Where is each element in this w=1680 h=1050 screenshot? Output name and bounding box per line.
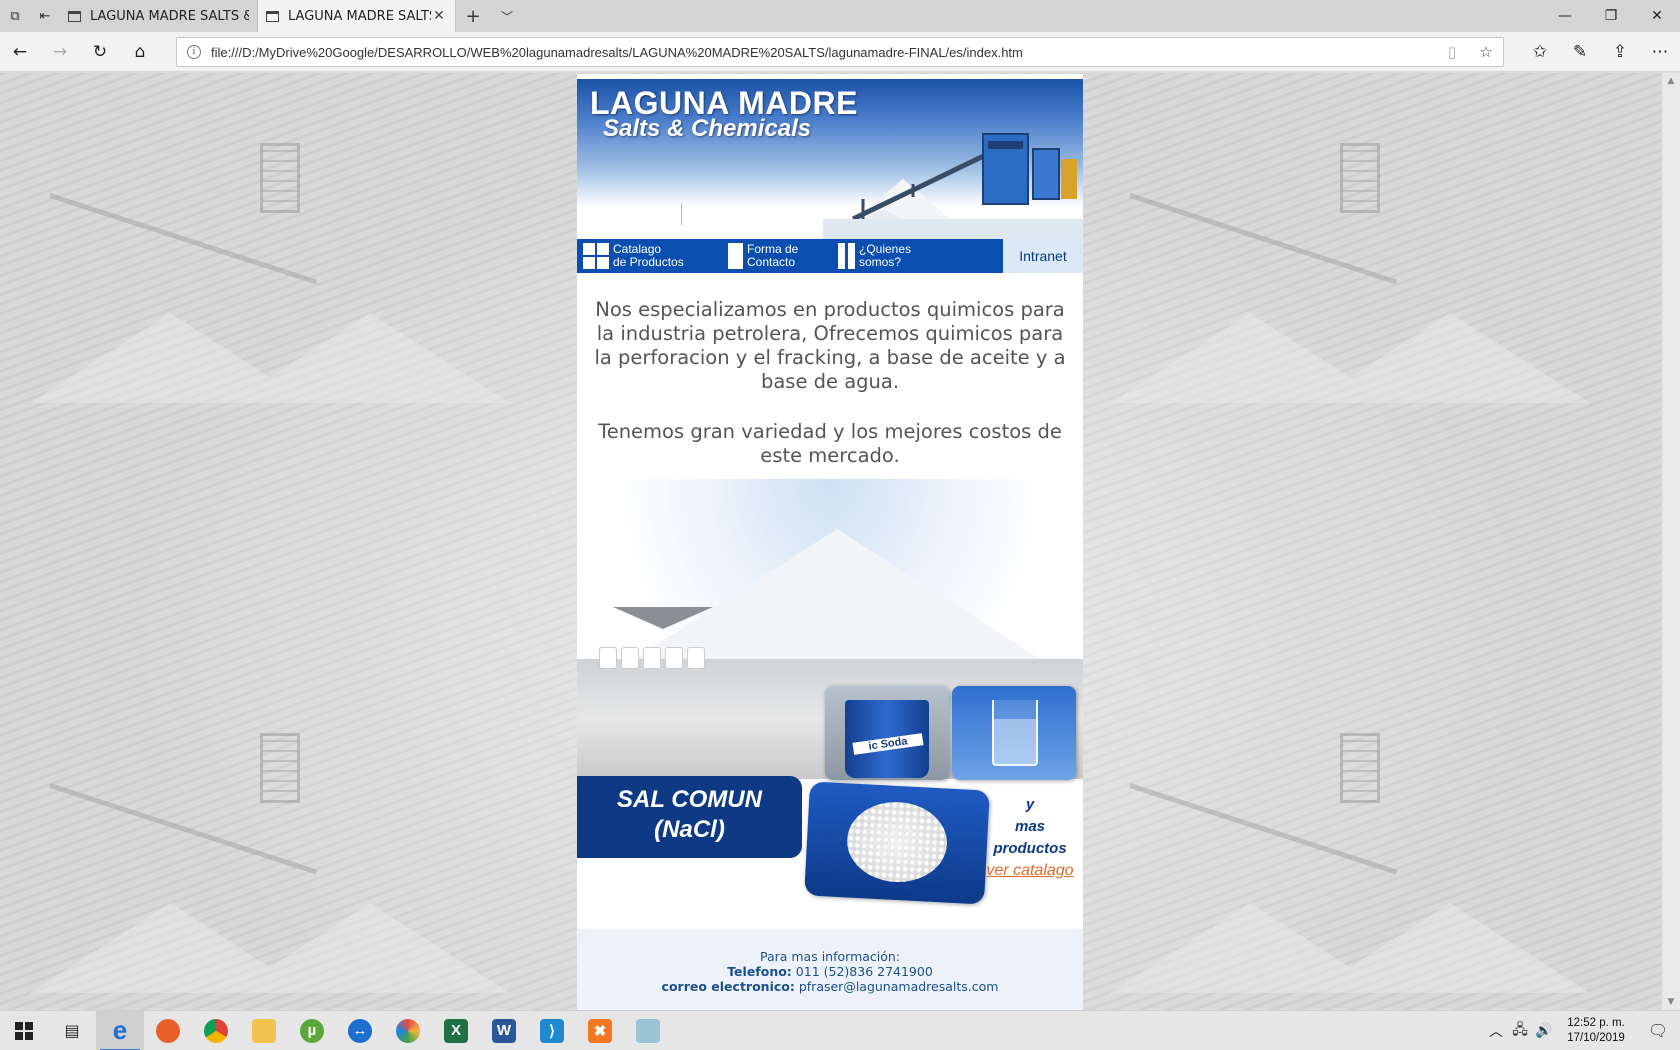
address-bar[interactable]: i file:///D:/MyDrive%20Google/DESARROLLO… bbox=[176, 37, 1504, 67]
tab-title: LAGUNA MADRE SALTS bbox=[288, 8, 431, 24]
url-text[interactable]: file:///D:/MyDrive%20Google/DESARROLLO/W… bbox=[211, 45, 1435, 60]
task-view-icon[interactable]: ▤ bbox=[48, 1011, 96, 1050]
brand-subtitle: Salts & Chemicals bbox=[603, 115, 812, 142]
sal-comun-banner[interactable]: SAL COMUN (NaCl) bbox=[577, 776, 802, 858]
more-products-text: y mas productos ver catalago bbox=[984, 794, 1076, 882]
edge-taskbar-icon[interactable]: e bbox=[96, 1010, 144, 1050]
file-explorer-taskbar-icon[interactable] bbox=[240, 1011, 288, 1050]
set-aside-tabs-icon[interactable]: ⇤ bbox=[30, 0, 60, 32]
background-conveyor-image bbox=[30, 103, 550, 403]
footer-email: correo electronico: pfraser@lagunamadres… bbox=[661, 979, 999, 994]
system-tray: ︿ 🖧 🔊 12:52 p. m. 17/10/2019 🗨 bbox=[1484, 1011, 1680, 1050]
chrome-taskbar-icon[interactable] bbox=[192, 1011, 240, 1050]
photos-taskbar-icon[interactable] bbox=[384, 1011, 432, 1050]
pen-icon[interactable]: ✎ bbox=[1560, 32, 1600, 72]
single-bar-icon bbox=[728, 243, 743, 269]
volume-icon[interactable]: 🔊 bbox=[1532, 1023, 1556, 1039]
xampp-taskbar-icon[interactable]: ✖ bbox=[576, 1011, 624, 1050]
navigation-bar: ← → ↻ ⌂ i file:///D:/MyDrive%20Google/DE… bbox=[0, 32, 1680, 72]
salt-plant-illustration bbox=[823, 133, 1083, 239]
scroll-down-icon[interactable]: ▼ bbox=[1662, 994, 1680, 1010]
chevron-up-icon[interactable]: ︿ bbox=[1484, 1021, 1508, 1041]
share-icon[interactable]: ⇪ bbox=[1600, 32, 1640, 72]
close-window-icon[interactable]: ✕ bbox=[1634, 0, 1680, 32]
close-tab-icon[interactable]: ✕ bbox=[431, 8, 447, 24]
utorrent-taskbar-icon[interactable]: µ bbox=[288, 1011, 336, 1050]
back-icon[interactable]: ← bbox=[0, 32, 40, 72]
favorites-icon[interactable]: ✩ bbox=[1520, 32, 1560, 72]
restore-icon[interactable]: ❐ bbox=[1588, 0, 1634, 32]
scroll-up-icon[interactable]: ▲ bbox=[1662, 73, 1680, 89]
window-controls: — ❐ ✕ bbox=[1542, 0, 1680, 32]
ver-catalago-link[interactable]: ver catalago bbox=[984, 860, 1076, 882]
page-icon bbox=[68, 10, 81, 22]
footer-info: Para mas información: bbox=[759, 949, 901, 964]
vscode-taskbar-icon[interactable]: ⟩ bbox=[528, 1011, 576, 1050]
word-taskbar-icon[interactable]: W bbox=[480, 1011, 528, 1050]
intro-paragraph: Nos especializamos en productos quimicos… bbox=[594, 298, 1066, 393]
menu-contact-link[interactable]: Forma de Contacto bbox=[722, 239, 832, 273]
footer-phone: Telefono: 011 (52)836 2741900 bbox=[727, 964, 933, 979]
beaker-product-image[interactable] bbox=[952, 686, 1076, 780]
contact-footer: Para mas información: Telefono: 011 (52)… bbox=[577, 929, 1083, 1010]
vertical-scrollbar[interactable]: ▲ ▼ bbox=[1662, 73, 1680, 1010]
home-icon[interactable]: ⌂ bbox=[120, 32, 160, 72]
intro-text: Nos especializamos en productos quimicos… bbox=[587, 298, 1073, 468]
toolbar-right: ✩ ✎ ⇪ ⋯ bbox=[1520, 32, 1680, 72]
main-menu: Catalago de Productos Forma de Contacto ¿Q… bbox=[577, 239, 1083, 273]
intro-paragraph: Tenemos gran variedad y los mejores cost… bbox=[598, 420, 1062, 467]
double-bar-icon bbox=[838, 243, 855, 269]
tab-laguna-madre-2[interactable]: LAGUNA MADRE SALTS ✕ bbox=[258, 0, 456, 32]
start-button[interactable] bbox=[0, 1011, 48, 1050]
chevron-down-icon[interactable]: ﹀ bbox=[490, 0, 524, 32]
new-tab-icon[interactable]: + bbox=[456, 0, 490, 32]
background-conveyor-image bbox=[1110, 103, 1630, 403]
page-icon bbox=[266, 10, 279, 22]
taskbar: ▤ e µ ↔ X W ⟩ ✖ ︿ 🖧 🔊 12:52 p. m. 17/10/… bbox=[0, 1010, 1680, 1050]
network-icon[interactable]: 🖧 bbox=[1508, 1019, 1532, 1043]
app-taskbar-icon[interactable] bbox=[624, 1011, 672, 1050]
favorite-star-icon[interactable]: ☆ bbox=[1469, 43, 1503, 61]
tab-preview-icon[interactable]: ⧉ bbox=[0, 0, 30, 32]
windows-logo-icon bbox=[15, 1021, 33, 1040]
menu-contact-label: Forma de Contacto bbox=[747, 242, 799, 269]
more-icon[interactable]: ⋯ bbox=[1640, 32, 1680, 72]
teamviewer-taskbar-icon[interactable]: ↔ bbox=[336, 1011, 384, 1050]
clock-time: 12:52 p. m. bbox=[1567, 1016, 1625, 1029]
clock-date: 17/10/2019 bbox=[1567, 1031, 1625, 1044]
menu-about-link[interactable]: ¿Quienes somos? bbox=[832, 239, 1002, 273]
menu-intranet-link[interactable]: Intranet bbox=[1003, 239, 1083, 273]
menu-catalog-link[interactable]: Catalago de Productos bbox=[577, 239, 722, 273]
forward-icon[interactable]: → bbox=[40, 32, 80, 72]
caustic-soda-product-image[interactable]: ic Soda bbox=[825, 686, 949, 780]
banner-divider bbox=[681, 203, 682, 225]
background-conveyor-image bbox=[30, 693, 550, 993]
tab-strip: ⧉ ⇤ LAGUNA MADRE SALTS & C LAGUNA MADRE … bbox=[0, 0, 1680, 32]
info-icon[interactable]: i bbox=[187, 45, 201, 59]
background-conveyor-image bbox=[1110, 693, 1630, 993]
header-banner: LAGUNA MADRE Salts & Chemicals bbox=[577, 79, 1083, 239]
tab-laguna-madre-1[interactable]: LAGUNA MADRE SALTS & C bbox=[60, 0, 258, 32]
minimize-icon[interactable]: — bbox=[1542, 0, 1588, 32]
salt-pile-product-image[interactable] bbox=[804, 781, 990, 905]
grid-icon bbox=[583, 243, 609, 269]
website-content: LAGUNA MADRE Salts & Chemicals Catalago d… bbox=[577, 74, 1083, 1010]
notifications-icon[interactable]: 🗨 bbox=[1636, 1021, 1680, 1040]
refresh-icon[interactable]: ↻ bbox=[80, 32, 120, 72]
clock[interactable]: 12:52 p. m. 17/10/2019 bbox=[1556, 1016, 1636, 1046]
firefox-taskbar-icon[interactable] bbox=[144, 1011, 192, 1050]
menu-about-label: ¿Quienes somos? bbox=[859, 242, 912, 269]
reading-view-icon[interactable]: ▯ bbox=[1435, 43, 1469, 61]
excel-taskbar-icon[interactable]: X bbox=[432, 1011, 480, 1050]
menu-catalog-label: Catalago de Productos bbox=[613, 242, 684, 269]
tab-title: LAGUNA MADRE SALTS & C bbox=[90, 8, 249, 24]
